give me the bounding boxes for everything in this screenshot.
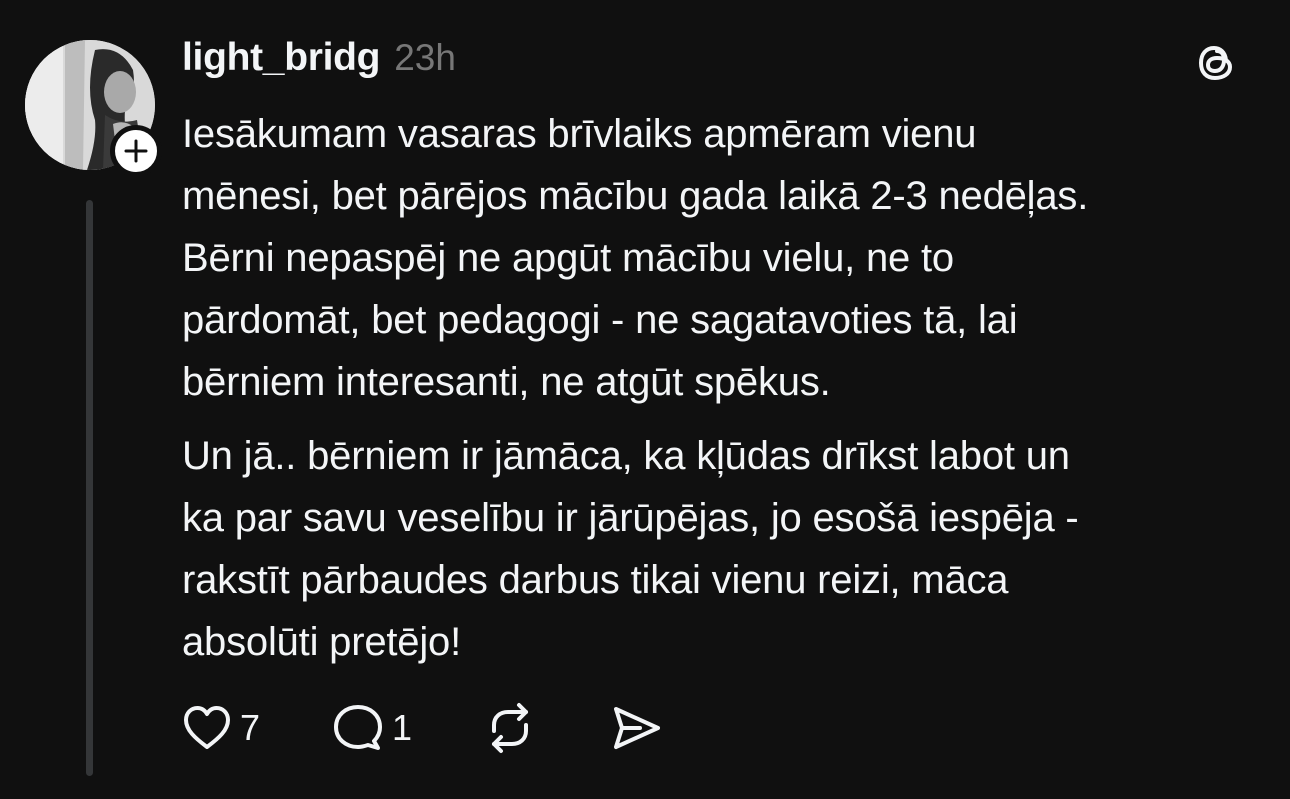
like-count: 7 (240, 707, 261, 748)
plus-icon (124, 139, 148, 163)
username[interactable]: light_bridg (182, 36, 380, 80)
post-body: Iesākumam vasaras brīvlaiks apmēram vien… (182, 103, 1262, 673)
share-button[interactable] (608, 701, 664, 755)
repost-arrows-icon (492, 703, 529, 753)
post-actions: 7 1 (180, 700, 664, 756)
thread-connector-line (86, 200, 93, 776)
repost-button[interactable] (482, 701, 538, 755)
timestamp: 23h (394, 37, 456, 78)
reply-button[interactable]: 1 (330, 701, 412, 755)
heart-icon (184, 706, 230, 749)
like-button[interactable]: 7 (180, 701, 260, 755)
thread-post: light_bridg 23h Iesākumam vasaras brīvla… (0, 0, 1290, 799)
send-arrow-icon (614, 707, 661, 749)
post-paragraph: Iesākumam vasaras brīvlaiks apmēram vien… (182, 112, 1089, 404)
speech-bubble-icon (334, 705, 383, 750)
post-header: light_bridg 23h (182, 36, 456, 80)
post-paragraph: Un jā.. bērniem ir jāmāca, ka kļūdas drī… (182, 434, 1079, 664)
follow-button[interactable] (110, 125, 162, 177)
reply-count: 1 (392, 707, 413, 748)
threads-logo-icon[interactable] (1193, 39, 1241, 87)
